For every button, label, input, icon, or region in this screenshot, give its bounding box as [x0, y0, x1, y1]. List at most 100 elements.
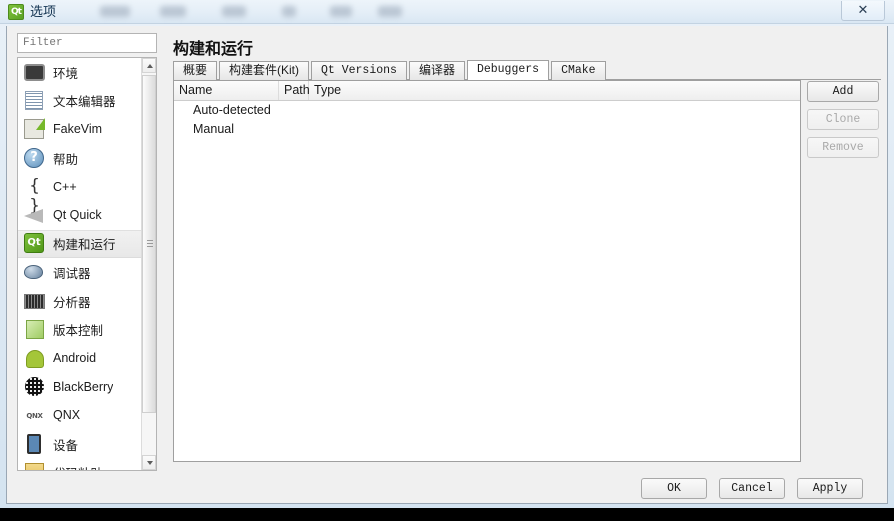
scrollbar-thumb[interactable]	[142, 75, 156, 413]
sidebar-item-1[interactable]: 文本编辑器	[18, 87, 142, 116]
scroll-down-icon[interactable]	[142, 455, 156, 470]
build-run-icon: Qt	[24, 233, 45, 254]
sidebar-item-label: BlackBerry	[53, 379, 114, 394]
version-control-icon-art	[26, 320, 44, 340]
sidebar-item-8[interactable]: 分析器	[18, 287, 142, 316]
debuggers-table: Name Path Type Auto-detected Manual	[173, 80, 801, 462]
sidebar-item-9[interactable]: 版本控制	[18, 315, 142, 344]
column-header-0[interactable]: Name	[174, 81, 279, 100]
obscured-item-2	[222, 6, 246, 17]
desktop-bottom-strip	[0, 508, 894, 521]
tab-0[interactable]: 概要	[173, 61, 218, 80]
cancel-button[interactable]: Cancel	[719, 478, 785, 499]
paper-plane-icon-art	[24, 208, 43, 223]
options-dialog-window: Qt 选项 ✕ 环境文本编辑器 FakeVim ? 帮助 { } C++ Qt Quick Q…	[0, 0, 894, 508]
clone-button: Clone	[807, 109, 879, 130]
options-main-panel: 构建和运行 概要 构建套件(Kit) Qt Versions 编译器 Debuggers…	[167, 29, 883, 475]
sidebar-scrollbar[interactable]	[141, 58, 156, 470]
obscured-item-5	[378, 6, 402, 17]
obscured-item-0	[100, 6, 130, 17]
obscured-item-3	[282, 6, 296, 17]
code-paste-icon	[24, 462, 45, 470]
sidebar-item-label: 环境	[53, 66, 79, 81]
sidebar-item-7[interactable]: 调试器	[18, 258, 142, 287]
close-icon: ✕	[857, 3, 869, 18]
qt-creator-icon: Qt	[8, 4, 24, 20]
sidebar-item-label: 调试器	[53, 266, 91, 281]
monitor-icon-art	[24, 63, 45, 81]
analyzer-icon	[24, 291, 45, 312]
sidebar-item-3[interactable]: ? 帮助	[18, 144, 142, 173]
sidebar-item-5[interactable]: Qt Quick	[18, 201, 142, 230]
close-button[interactable]: ✕	[841, 1, 885, 21]
add-button[interactable]: Add	[807, 81, 879, 102]
sidebar-item-label: 文本编辑器	[53, 95, 116, 110]
tab-bar: 概要 构建套件(Kit) Qt Versions 编译器 Debuggers CMake	[173, 60, 881, 80]
tab-2[interactable]: Qt Versions	[311, 61, 407, 80]
sidebar-item-4[interactable]: { } C++	[18, 172, 142, 217]
android-icon-art	[26, 349, 44, 368]
android-icon	[24, 348, 45, 369]
device-icon-art	[27, 433, 41, 454]
ok-button[interactable]: OK	[641, 478, 707, 499]
code-paste-icon-art	[25, 463, 44, 470]
fakevim-icon	[24, 117, 45, 140]
obscured-item-1	[160, 6, 186, 17]
debugger-bug-icon-art	[24, 264, 43, 279]
sidebar-item-label: 设备	[53, 438, 79, 453]
blackberry-icon-art	[25, 377, 44, 397]
sidebar-item-0[interactable]: 环境	[18, 58, 142, 87]
device-icon	[24, 433, 45, 455]
monitor-icon	[24, 62, 45, 83]
fakevim-icon-art	[24, 117, 45, 139]
braces-icon: { }	[24, 176, 45, 217]
scroll-up-icon[interactable]	[142, 58, 156, 73]
sidebar-item-label: 构建和运行	[53, 238, 116, 253]
tab-3[interactable]: 编译器	[408, 61, 465, 80]
version-control-icon	[24, 319, 45, 340]
sidebar-item-10[interactable]: Android	[18, 344, 142, 373]
column-header-1[interactable]: Path	[279, 81, 310, 100]
column-header-2[interactable]: Type	[309, 81, 389, 100]
help-icon-art: ?	[24, 147, 44, 168]
table-action-buttons: Add Clone Remove	[807, 81, 879, 165]
dialog-body: 环境文本编辑器 FakeVim ? 帮助 { } C++ Qt Quick Qt 构建和运行调试…	[6, 26, 888, 504]
sidebar-item-12[interactable]: QNX QNX	[18, 401, 142, 430]
blackberry-icon	[24, 376, 45, 397]
apply-button[interactable]: Apply	[797, 478, 863, 499]
tab-5[interactable]: CMake	[551, 61, 606, 80]
sidebar-item-label: Android	[53, 351, 97, 366]
sidebar-item-label: Qt Quick	[53, 208, 102, 223]
table-row[interactable]: Manual	[174, 120, 800, 139]
braces-icon-art: { }	[29, 176, 40, 217]
sidebar-item-label: 分析器	[53, 295, 91, 310]
analyzer-icon-art	[24, 293, 45, 309]
tab-4[interactable]: Debuggers	[466, 60, 550, 80]
sidebar-item-label: FakeVim	[53, 122, 103, 137]
search-input[interactable]	[18, 34, 156, 52]
window-title: 选项	[30, 4, 57, 19]
sidebar-item-label: QNX	[53, 408, 81, 423]
sidebar-item-label: 版本控制	[53, 324, 104, 339]
tab-1[interactable]: 构建套件(Kit)	[219, 61, 310, 80]
table-header-row: Name Path Type	[174, 81, 800, 101]
sidebar-item-label: C++	[53, 179, 77, 194]
table-row[interactable]: Auto-detected	[174, 101, 800, 120]
sidebar-item-11[interactable]: BlackBerry	[18, 373, 142, 402]
sidebar-item-6[interactable]: Qt 构建和运行	[18, 229, 142, 259]
sidebar-item-2[interactable]: FakeVim	[18, 115, 142, 144]
paper-plane-icon	[24, 205, 45, 226]
table-body: Auto-detected Manual	[174, 101, 800, 139]
remove-button: Remove	[807, 137, 879, 158]
category-list: 环境文本编辑器 FakeVim ? 帮助 { } C++ Qt Quick Qt 构建和运行调试…	[17, 57, 157, 471]
obscured-item-4	[330, 6, 352, 17]
sidebar-item-13[interactable]: 设备	[18, 430, 142, 459]
text-editor-icon-art	[25, 91, 43, 111]
help-icon: ?	[24, 147, 45, 169]
qnx-icon: QNX	[24, 405, 45, 426]
sidebar-item-14[interactable]: 代码粘贴	[18, 458, 142, 470]
title-bar: Qt 选项 ✕	[0, 0, 894, 24]
sidebar-item-label: 代码粘贴	[53, 463, 103, 470]
filter-field[interactable]	[17, 33, 157, 53]
build-run-icon-art: Qt	[24, 233, 44, 254]
